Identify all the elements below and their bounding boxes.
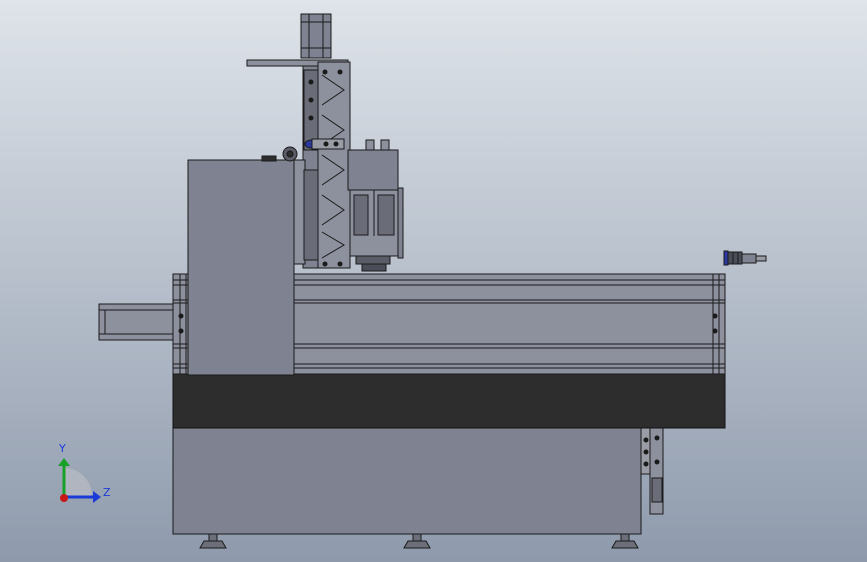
cnc-machine-side-view [0, 0, 867, 562]
stepper-motor [300, 13, 332, 59]
triad-y-label: Y [59, 442, 66, 455]
left-rail [98, 303, 175, 341]
cad-viewport[interactable]: Y Z [0, 0, 867, 562]
triad-z-label: Z [103, 486, 111, 499]
base-band [172, 372, 726, 429]
lower-cabinet [172, 427, 642, 535]
triad-x-origin [60, 494, 68, 502]
